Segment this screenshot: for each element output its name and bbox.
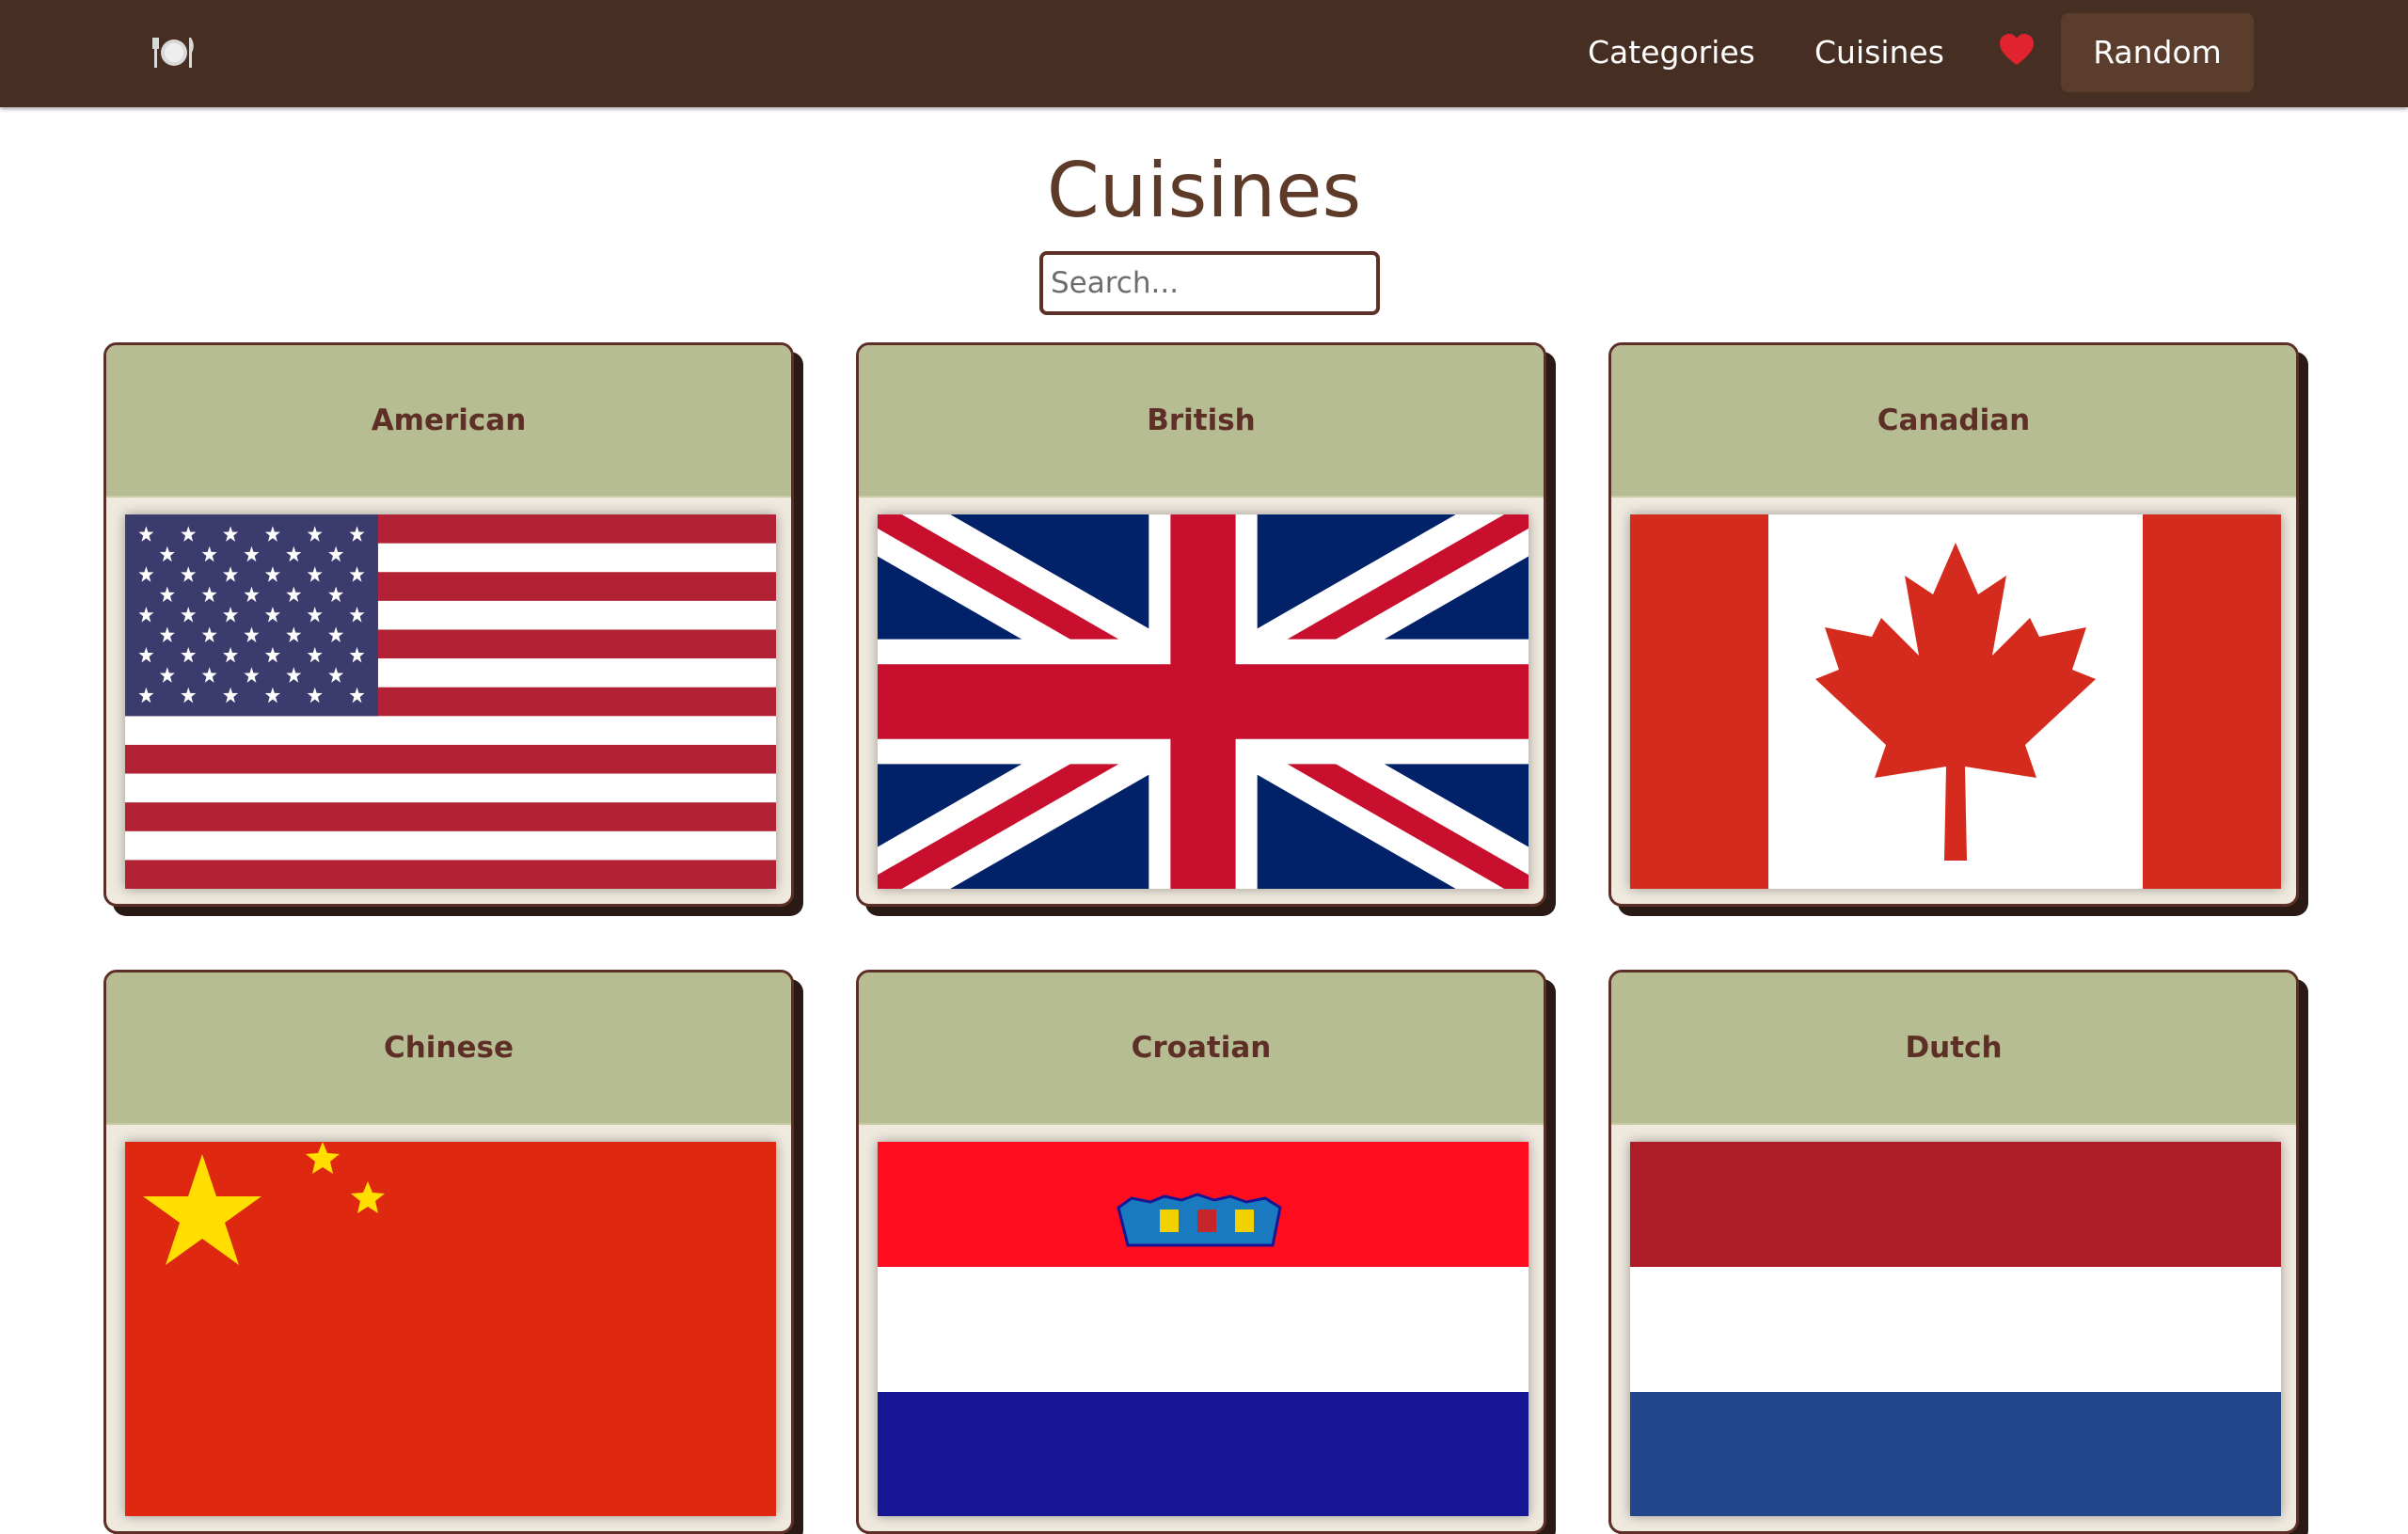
cuisine-card-title: British	[859, 345, 1544, 498]
page-title: Cuisines	[1046, 147, 1362, 234]
cuisine-card-british[interactable]: British	[856, 342, 1546, 907]
navbar: Categories Cuisines Random	[0, 0, 2408, 107]
china-flag-icon	[125, 1142, 776, 1516]
canada-flag-icon	[1630, 514, 2281, 889]
heart-icon[interactable]	[1998, 32, 2036, 70]
cuisine-card-dutch[interactable]: Dutch	[1608, 970, 2299, 1534]
cuisine-card-title: Croatian	[859, 973, 1544, 1125]
cuisine-card-title: Dutch	[1611, 973, 2296, 1125]
plate-cutlery-icon[interactable]	[150, 32, 198, 73]
cuisine-card-chinese[interactable]: Chinese	[103, 970, 794, 1534]
uk-flag-icon	[878, 514, 1529, 889]
cuisine-card-title: Canadian	[1611, 345, 2296, 498]
nav-link-categories[interactable]: Categories	[1588, 30, 1755, 75]
cuisine-card-croatian[interactable]: Croatian	[856, 970, 1546, 1534]
usa-flag-icon	[125, 514, 776, 889]
croatia-flag-icon	[878, 1142, 1529, 1516]
random-button[interactable]: Random	[2061, 13, 2254, 92]
cuisine-card-title: American	[106, 345, 791, 498]
cuisine-card-american[interactable]: American	[103, 342, 794, 907]
netherlands-flag-icon	[1630, 1142, 2281, 1516]
cuisine-card-title: Chinese	[106, 973, 791, 1125]
search-input[interactable]	[1039, 251, 1380, 315]
cuisine-card-canadian[interactable]: Canadian	[1608, 342, 2299, 907]
nav-link-cuisines[interactable]: Cuisines	[1814, 30, 1944, 75]
